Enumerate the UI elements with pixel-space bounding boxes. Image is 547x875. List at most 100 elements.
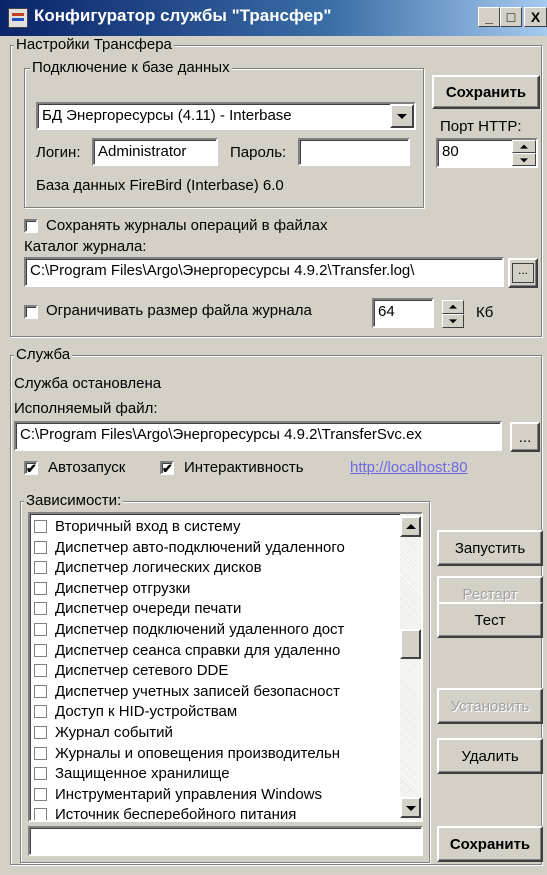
interactive-label[interactable]: Интерактивность: [184, 459, 304, 476]
dependency-label: Диспетчер сетевого DDE: [55, 662, 229, 680]
dependency-item[interactable]: Диспетчер подключений удаленного дост: [34, 619, 344, 640]
scroll-thumb[interactable]: [400, 629, 421, 659]
save-service-button[interactable]: Сохранить: [437, 826, 543, 862]
interactive-checkbox[interactable]: ✔: [160, 461, 174, 475]
db-select-value: БД Энергоресурсы (4.11) - Interbase: [42, 107, 292, 124]
dependency-item[interactable]: Источник бесперебойного питания: [34, 804, 297, 822]
delete-button[interactable]: Удалить: [437, 738, 543, 774]
port-value: 80: [442, 143, 459, 160]
dependency-label: Диспетчер сеанса справки для удаленно: [55, 641, 341, 659]
dependency-checkbox[interactable]: [34, 602, 47, 616]
save-logs-checkbox[interactable]: [24, 219, 38, 233]
log-dir-field[interactable]: C:\Program Files\Argo\Энергоресурсы 4.9.…: [24, 257, 504, 287]
dependency-label: Журнал событий: [55, 724, 173, 741]
limit-up-button[interactable]: [442, 300, 464, 314]
dependency-label: Диспетчер логических дисков: [55, 559, 262, 577]
save-settings-button[interactable]: Сохранить: [432, 75, 540, 109]
limit-down-button[interactable]: [442, 314, 464, 328]
dependency-label: Источник бесперебойного питания: [55, 806, 297, 822]
dependency-item[interactable]: Диспетчер отгрузки: [34, 578, 190, 599]
transfer-settings-label: Настройки Трансфера: [14, 36, 174, 53]
dependency-label: Диспетчер учетных записей безопасност: [55, 682, 340, 700]
app-icon: [8, 8, 28, 28]
login-field[interactable]: Administrator: [92, 138, 218, 166]
dependency-item[interactable]: Диспетчер сетевого DDE: [34, 660, 228, 681]
dependency-checkbox[interactable]: [34, 746, 47, 760]
dependency-label: Диспетчер подключений удаленного дост: [55, 621, 345, 638]
dependency-checkbox[interactable]: [34, 664, 47, 678]
db-info-text: База данных FireBird (Interbase) 6.0: [36, 177, 284, 194]
exe-label: Исполняемый файл:: [14, 400, 158, 417]
save-logs-label[interactable]: Сохранять журналы операций в файлах: [46, 217, 327, 234]
arrow-down-icon: [405, 805, 416, 811]
password-field[interactable]: [298, 138, 410, 166]
minimize-button[interactable]: _: [478, 7, 500, 27]
limit-size-checkbox[interactable]: [24, 305, 38, 319]
scroll-down-button[interactable]: [400, 797, 421, 818]
dependency-item[interactable]: Диспетчер сеанса справки для удаленно: [34, 640, 340, 661]
port-label: Порт HTTP:: [440, 118, 522, 135]
dependency-item[interactable]: Диспетчер авто-подключений удаленного: [34, 537, 345, 558]
exe-browse-button[interactable]: ...: [510, 422, 540, 452]
dependency-checkbox[interactable]: [34, 643, 47, 657]
limit-size-label[interactable]: Ограничивать размер файла журнала: [46, 302, 312, 319]
chevron-down-icon: [397, 114, 407, 119]
service-url-link[interactable]: http://localhost:80: [350, 459, 468, 476]
dependency-checkbox[interactable]: [34, 767, 47, 781]
password-label: Пароль:: [230, 144, 287, 161]
dependency-label: Диспетчер очереди печати: [55, 600, 242, 618]
dependency-item[interactable]: Вторичный вход в систему: [34, 516, 240, 537]
dependency-item[interactable]: Диспетчер логических дисков: [34, 557, 262, 578]
port-down-button[interactable]: [512, 153, 536, 166]
install-button[interactable]: Установить: [437, 688, 543, 724]
dependency-checkbox[interactable]: [34, 726, 47, 739]
limit-size-field[interactable]: 64: [372, 298, 434, 328]
exe-field[interactable]: C:\Program Files\Argo\Энергоресурсы 4.9.…: [14, 421, 502, 451]
dependency-label: Диспетчер авто-подключений удаленного: [55, 538, 345, 556]
dependency-checkbox[interactable]: [34, 705, 47, 719]
dependency-checkbox[interactable]: [34, 623, 47, 636]
browse-icon: ...: [512, 263, 534, 283]
port-up-button[interactable]: [512, 140, 536, 153]
dependency-item[interactable]: Защищенное хранилище: [34, 763, 230, 784]
test-button[interactable]: Тест: [437, 602, 543, 638]
start-button[interactable]: Запустить: [437, 530, 543, 566]
db-select[interactable]: БД Энергоресурсы (4.11) - Interbase: [36, 102, 416, 130]
dependency-item[interactable]: Доступ к HID-устройствам: [34, 701, 237, 722]
window-title: Конфигуратор службы "Трансфер": [34, 6, 332, 25]
dependency-checkbox[interactable]: [34, 540, 47, 554]
dependency-label: Защищенное хранилище: [55, 765, 230, 783]
login-label: Логин:: [36, 144, 81, 161]
dependencies-scrollbar[interactable]: [400, 514, 421, 820]
dependency-item[interactable]: Диспетчер очереди печати: [34, 598, 241, 619]
dependency-checkbox[interactable]: [34, 520, 47, 533]
dependency-checkbox[interactable]: [34, 808, 47, 820]
dependency-label: Инструментарий управления Windows: [55, 785, 323, 803]
close-button[interactable]: X: [524, 7, 547, 27]
dependency-input[interactable]: [28, 826, 423, 856]
dependency-checkbox[interactable]: [34, 581, 47, 595]
log-dir-browse-button[interactable]: ...: [508, 258, 538, 288]
autostart-label[interactable]: Автозапуск: [48, 459, 125, 476]
maximize-button[interactable]: □: [500, 7, 522, 27]
dependency-item[interactable]: Журналы и оповещения производительн: [34, 743, 340, 764]
dependency-checkbox[interactable]: [34, 684, 47, 698]
arrow-down-icon: [449, 319, 457, 324]
dependency-item[interactable]: Журнал событий: [34, 722, 173, 743]
dependency-item[interactable]: Инструментарий управления Windows: [34, 784, 322, 805]
service-status: Служба остановлена: [14, 375, 162, 392]
log-dir-label: Каталог журнала:: [24, 238, 147, 255]
title-bar[interactable]: Конфигуратор службы "Трансфер" _ □ X: [0, 0, 547, 36]
limit-unit: Кб: [476, 304, 494, 321]
dependency-checkbox[interactable]: [34, 787, 47, 801]
db-dropdown-button[interactable]: [390, 104, 414, 128]
scroll-up-button[interactable]: [400, 516, 421, 537]
dependency-checkbox[interactable]: [34, 561, 47, 575]
autostart-checkbox[interactable]: ✔: [24, 461, 38, 475]
dependencies-list[interactable]: Вторичный вход в систему Диспетчер авто-п…: [28, 512, 423, 822]
dependency-label: Журналы и оповещения производительн: [55, 744, 341, 762]
service-label: Служба: [14, 346, 73, 363]
arrow-down-icon: [520, 157, 528, 162]
dependency-item[interactable]: Диспетчер учетных записей безопасност: [34, 681, 340, 702]
arrow-up-icon: [449, 304, 457, 309]
